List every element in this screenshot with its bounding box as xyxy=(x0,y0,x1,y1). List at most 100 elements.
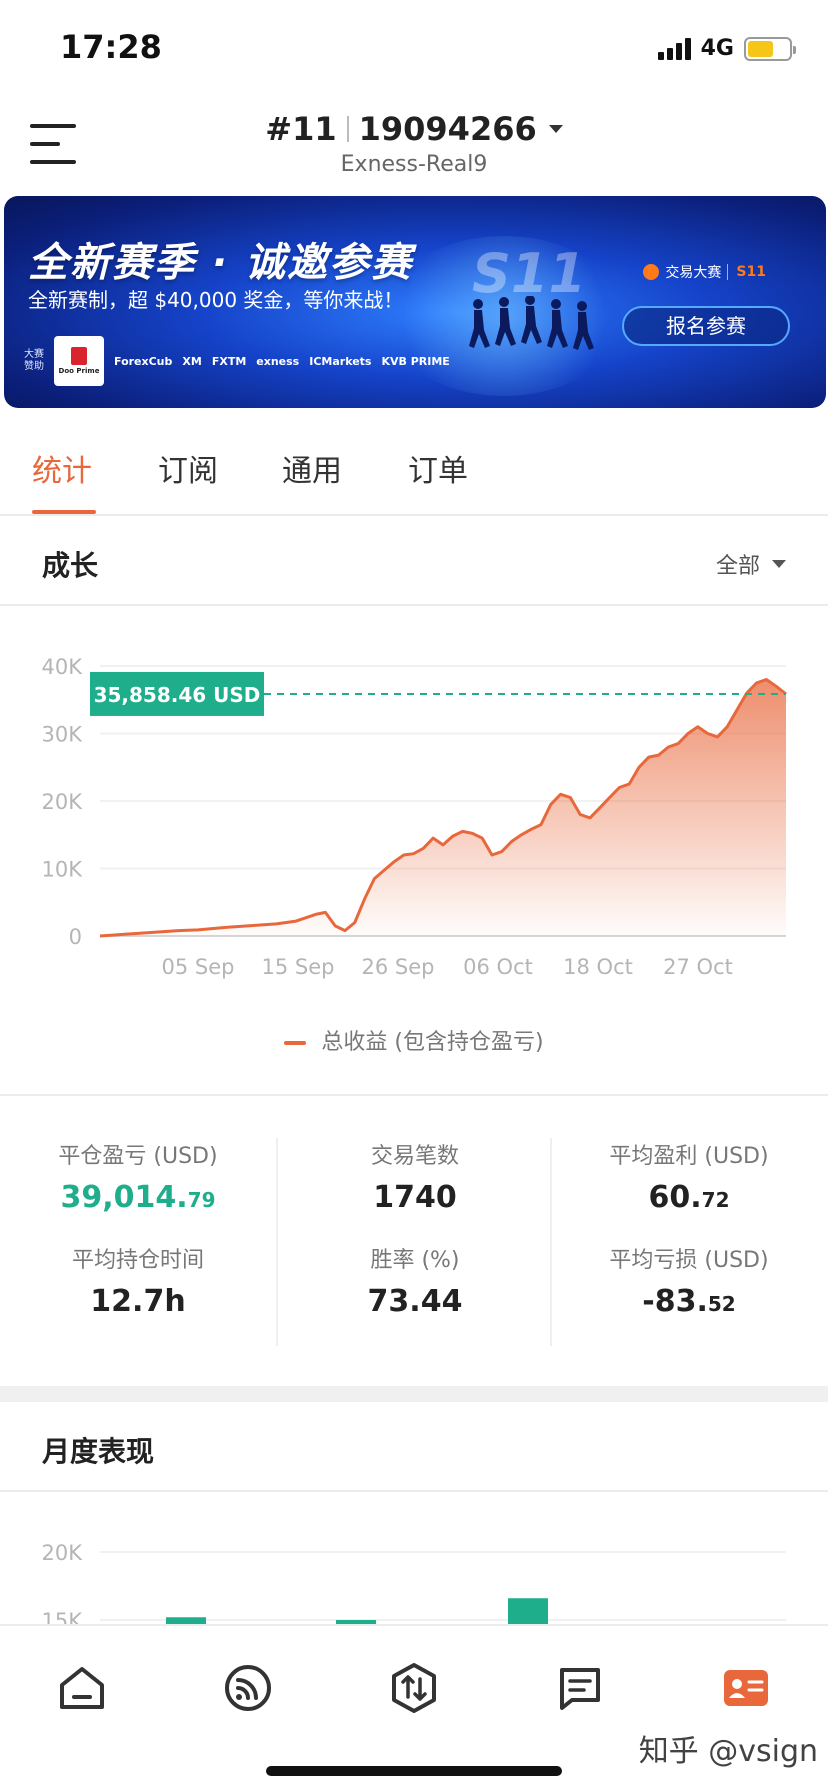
nav-signals[interactable] xyxy=(218,1658,278,1718)
monthly-bar xyxy=(166,1617,206,1624)
sponsor-xm: XM xyxy=(182,354,202,368)
chevron-down-icon xyxy=(548,125,563,133)
growth-section-header: 成长 全部 xyxy=(0,518,828,606)
competition-banner[interactable]: S11 全新赛季 · 诚邀参赛 全新赛制，超 $40,000 奖金，等你来战！ … xyxy=(4,196,826,408)
nav-trade[interactable] xyxy=(384,1658,444,1718)
signal-feed-icon xyxy=(225,1665,271,1711)
tab-orders[interactable]: 订单 xyxy=(408,446,468,490)
tab-subscribe[interactable]: 订阅 xyxy=(158,446,218,490)
stat-label: 交易笔数 xyxy=(370,1144,459,1169)
account-server: Exness-Real9 xyxy=(340,152,488,177)
x-tick-label: 05 Sep xyxy=(162,955,235,979)
profile-card-icon xyxy=(724,1670,768,1706)
sponsor-fxtm: FXTM xyxy=(211,354,247,368)
join-competition-button[interactable]: 报名参赛 xyxy=(622,306,790,346)
stat-label: 胜率 (%) xyxy=(370,1248,460,1273)
stat-trade-count: 交易笔数 1740 xyxy=(278,1138,552,1242)
monthly-bar xyxy=(508,1598,548,1624)
x-tick-label: 15 Sep xyxy=(262,955,335,979)
stat-value: 12.7h xyxy=(90,1284,186,1319)
banner-subtitle: 全新赛制，超 $40,000 奖金，等你来战！ xyxy=(28,288,404,312)
sponsor-label: 大赛赞助 xyxy=(24,349,44,372)
y-tick-label: 15K xyxy=(42,1609,84,1624)
growth-title: 成长 xyxy=(42,549,99,582)
network-type: 4G xyxy=(700,36,734,61)
stat-avg-profit: 平均盈利 (USD) 60.72 xyxy=(552,1138,826,1242)
app-header: #11 19094266 Exness-Real9 xyxy=(0,100,828,192)
caret-down-icon xyxy=(772,560,786,568)
sponsor-exness: exness xyxy=(256,354,300,368)
banner-brand-name: 交易大赛 xyxy=(665,265,722,281)
stat-label: 平均盈利 (USD) xyxy=(609,1144,769,1169)
x-tick-label: 06 Oct xyxy=(463,955,533,979)
sponsor-kvb-prime: KVB PRIME xyxy=(381,354,450,368)
tab-general[interactable]: 通用 xyxy=(282,446,342,490)
banner-brand-season: S11 xyxy=(727,264,766,280)
banner-brand: 交易大赛 S11 xyxy=(643,262,766,282)
nav-profile[interactable] xyxy=(716,1658,776,1718)
sponsor-logo-doo-prime: Doo Prime xyxy=(54,336,104,386)
y-tick-label: 20K xyxy=(42,1541,84,1565)
home-icon xyxy=(60,1667,104,1709)
home-indicator xyxy=(266,1766,562,1776)
stat-label: 平均持仓时间 xyxy=(71,1248,204,1273)
tab-statistics[interactable]: 统计 xyxy=(32,446,92,490)
watermark: 知乎 @vsign xyxy=(638,1734,818,1769)
message-icon xyxy=(560,1668,600,1710)
stats-column-2: 交易笔数 1740 胜率 (%) 73.44 xyxy=(276,1138,552,1346)
y-tick-label: 40K xyxy=(42,655,84,679)
stat-value: 1740 xyxy=(373,1180,457,1215)
bottom-navigation: 知乎 @vsign xyxy=(0,1624,828,1792)
status-time: 17:28 xyxy=(60,28,162,66)
monthly-title: 月度表现 xyxy=(42,1435,155,1468)
x-tick-label: 18 Oct xyxy=(563,955,633,979)
x-tick-label: 27 Oct xyxy=(663,955,733,979)
growth-chart[interactable]: 0 10K 20K 30K 40K 05 Sep 15 Sep 26 Sep 06 Oct 18 … xyxy=(0,606,828,1096)
brand-logo-icon xyxy=(643,264,660,280)
y-tick-label: 30K xyxy=(42,723,84,747)
account-rank: #11 xyxy=(265,110,337,148)
stat-value: -83.52 xyxy=(642,1284,736,1319)
stats-column-3: 平均盈利 (USD) 60.72 平均亏损 (USD) -83.52 xyxy=(550,1138,826,1346)
battery-icon xyxy=(744,36,796,61)
account-selector[interactable]: #11 19094266 Exness-Real9 xyxy=(0,110,828,177)
runners-illustration xyxy=(469,296,594,350)
cellular-signal-icon xyxy=(657,37,691,60)
divider xyxy=(346,116,349,142)
account-id: 19094266 xyxy=(358,110,537,148)
growth-area-fill xyxy=(100,679,786,936)
sponsor-forexcub: ForexCub xyxy=(114,354,173,368)
monthly-chart[interactable]: 20K 15K xyxy=(0,1492,828,1624)
stats-grid: 平仓盈亏 (USD) 39,014.79 平均持仓时间 12.7h 交易笔数 1… xyxy=(0,1098,828,1386)
stat-avg-hold-time: 平均持仓时间 12.7h xyxy=(0,1242,276,1346)
status-indicators: 4G xyxy=(657,36,796,61)
y-tick-label: 0 xyxy=(69,925,82,949)
sponsor-icmarkets: ICMarkets xyxy=(309,354,372,368)
legend-swatch xyxy=(284,1041,307,1045)
monthly-section-header: 月度表现 xyxy=(0,1402,828,1492)
tab-active-indicator xyxy=(32,510,96,514)
status-bar: 17:28 4G xyxy=(0,0,828,100)
growth-chart-svg: 0 10K 20K 30K 40K 05 Sep 15 Sep 26 Sep 06 Oct 18 … xyxy=(42,655,787,979)
y-tick-label: 10K xyxy=(42,858,84,882)
sponsor-row: 大赛赞助 Doo Prime ForexCub XM FXTM exness I… xyxy=(24,336,450,386)
stat-value: 60.72 xyxy=(648,1180,730,1215)
nav-home[interactable] xyxy=(52,1658,112,1718)
stat-label: 平均亏损 (USD) xyxy=(609,1248,769,1273)
y-tick-label: 20K xyxy=(42,790,84,814)
range-selector[interactable]: 全部 xyxy=(716,548,786,580)
tab-bar: 统计 订阅 通用 订单 xyxy=(0,410,828,516)
stat-value: 39,014.79 xyxy=(60,1180,216,1215)
range-selector-label: 全部 xyxy=(715,554,760,579)
stat-closed-pnl: 平仓盈亏 (USD) 39,014.79 xyxy=(0,1138,276,1242)
trade-icon xyxy=(392,1663,436,1713)
growth-legend: 总收益 (包含持仓盈亏) xyxy=(0,1024,828,1056)
legend-label: 总收益 (包含持仓盈亏) xyxy=(321,1030,544,1055)
stat-value: 73.44 xyxy=(367,1284,463,1319)
banner-title: 全新赛季 · 诚邀参赛 xyxy=(28,240,414,286)
monthly-chart-svg: 20K 15K xyxy=(42,1541,786,1624)
stat-win-rate: 胜率 (%) 73.44 xyxy=(278,1242,552,1346)
stats-column-1: 平仓盈亏 (USD) 39,014.79 平均持仓时间 12.7h xyxy=(0,1138,276,1346)
nav-messages[interactable] xyxy=(550,1658,610,1718)
stat-avg-loss: 平均亏损 (USD) -83.52 xyxy=(552,1242,826,1346)
